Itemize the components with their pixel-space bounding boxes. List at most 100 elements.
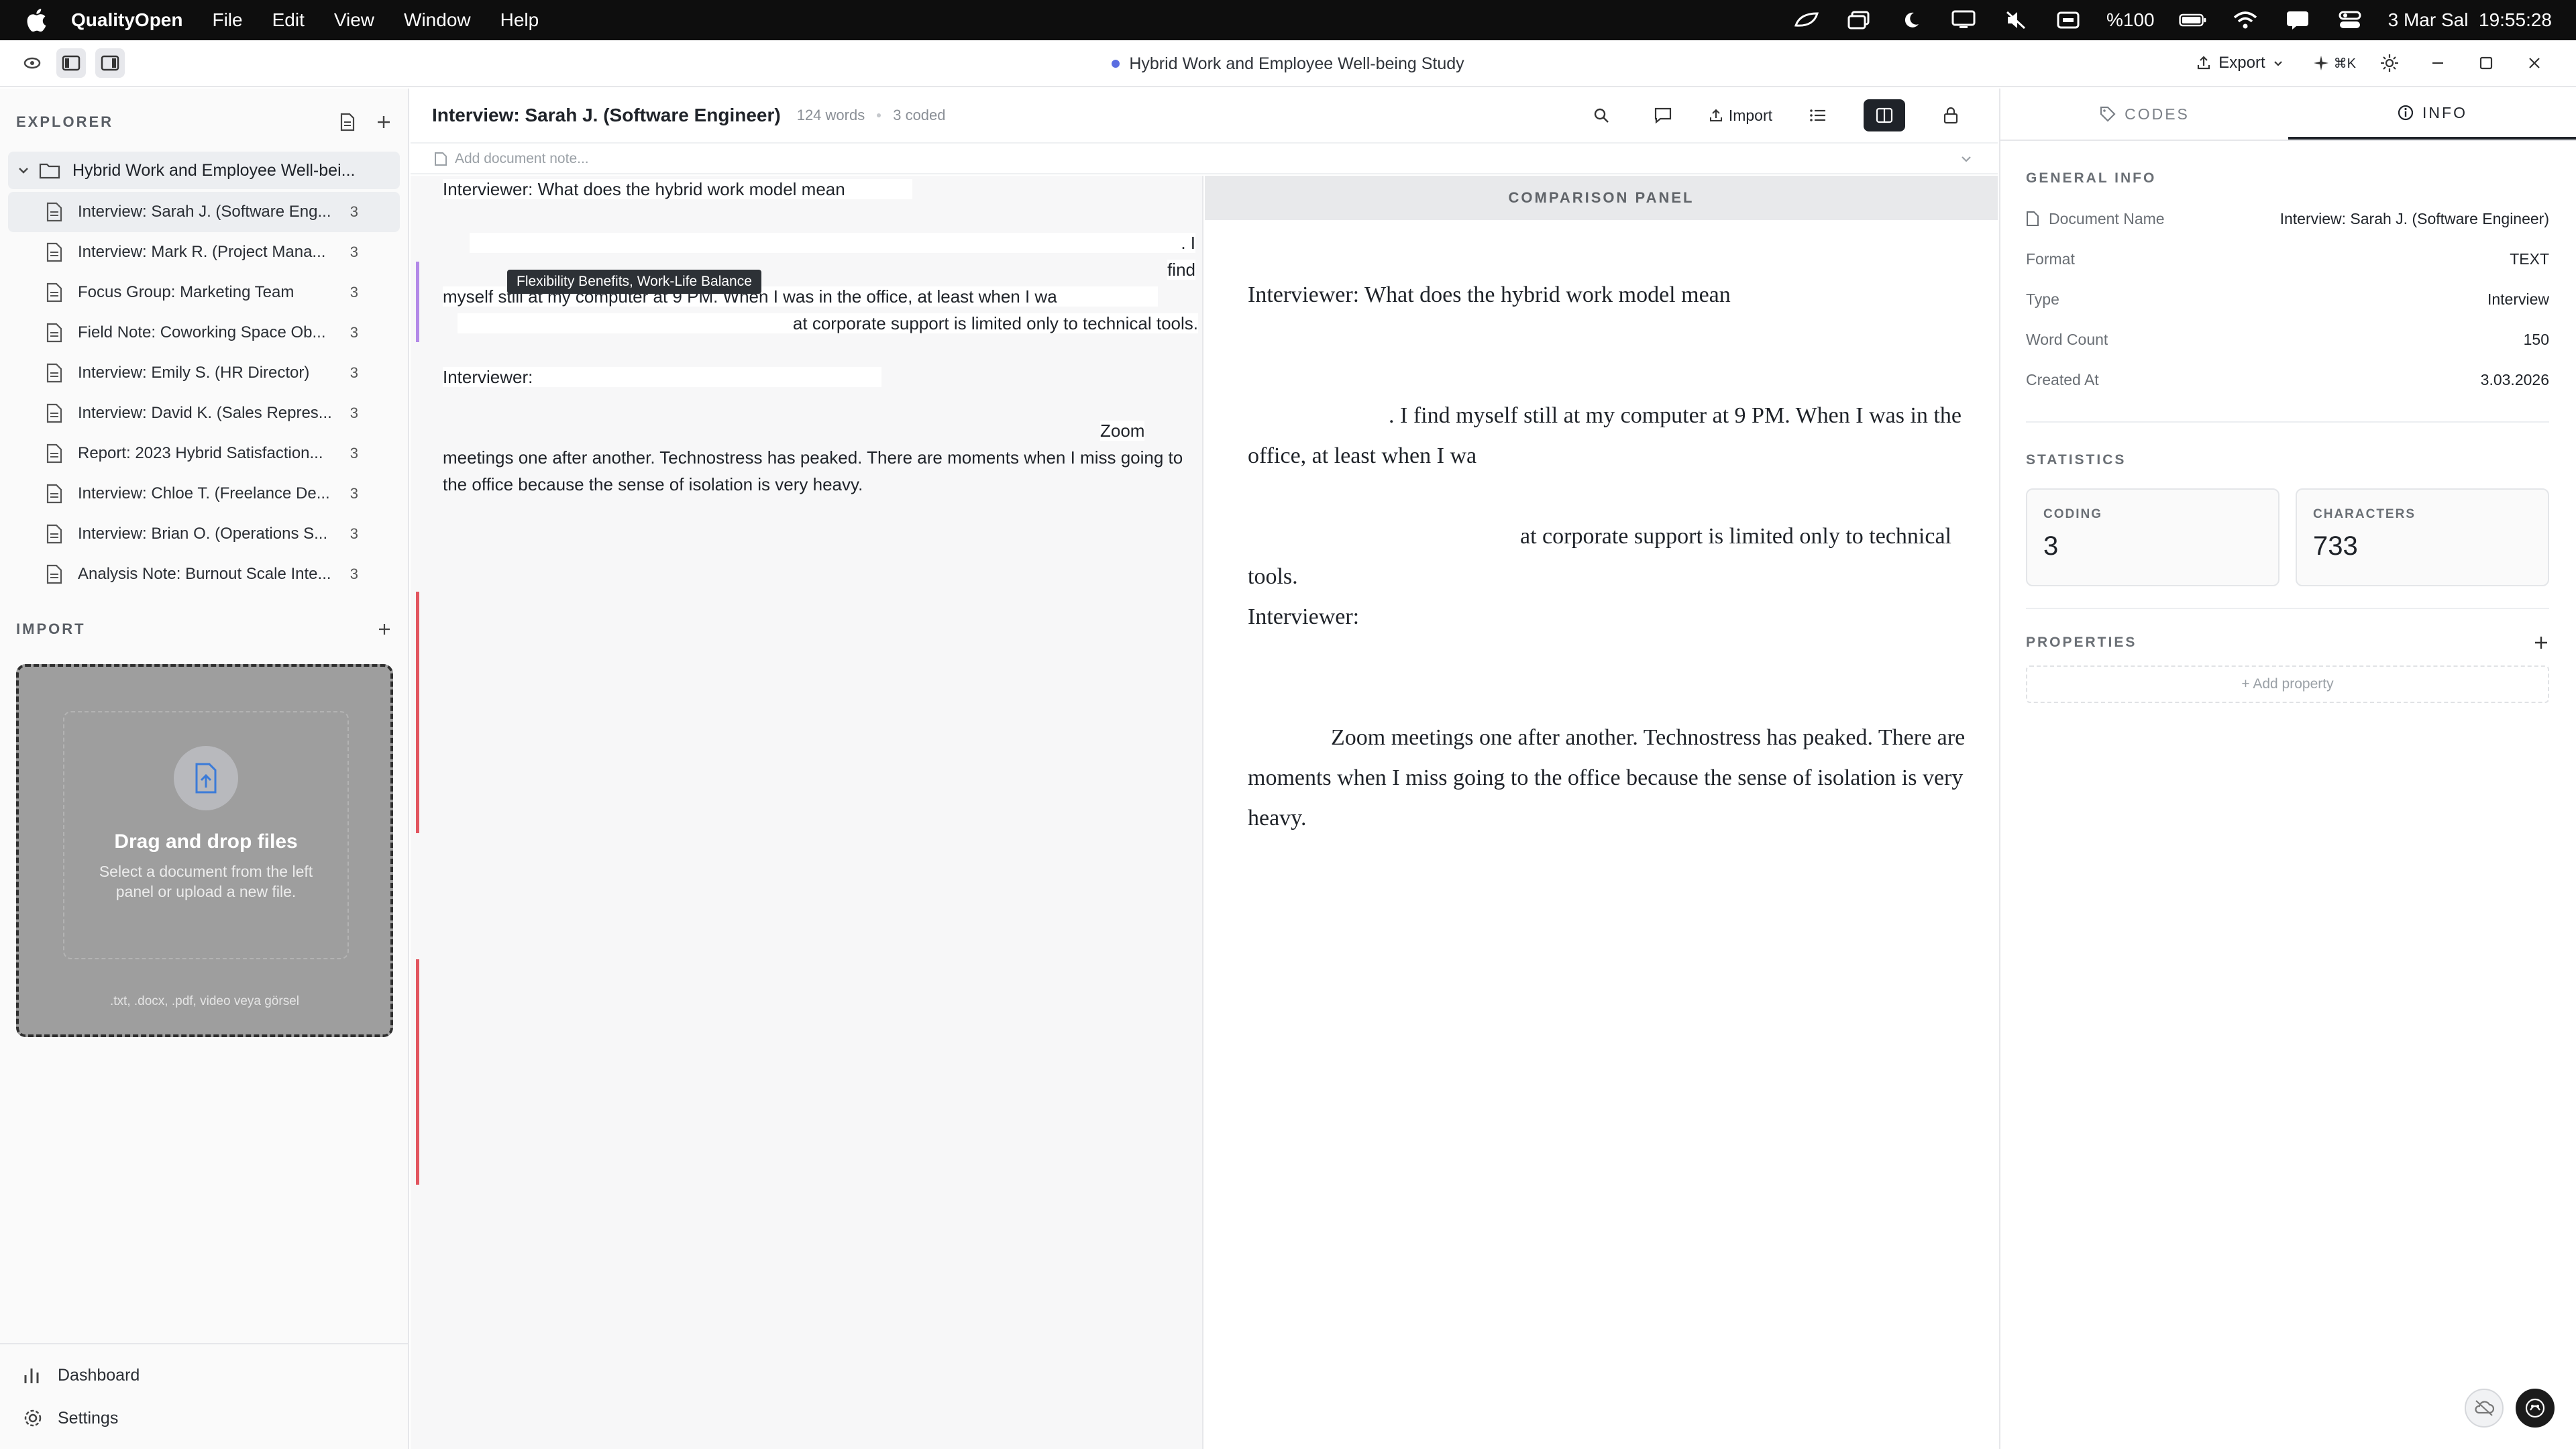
sparkles-icon bbox=[2313, 56, 2328, 70]
control-center-icon[interactable] bbox=[2336, 9, 2364, 32]
file-name: Interview: David K. (Sales Repres... bbox=[78, 404, 332, 422]
info-key: Created At bbox=[2026, 370, 2099, 388]
list-view-button[interactable] bbox=[1802, 99, 1834, 131]
document-icon bbox=[2027, 211, 2039, 226]
menu-file[interactable]: File bbox=[212, 9, 242, 31]
code-bar-purple[interactable] bbox=[416, 262, 419, 342]
file-code-count: 3 bbox=[350, 203, 358, 220]
file-code-count: 3 bbox=[350, 284, 358, 301]
menu-view[interactable]: View bbox=[334, 9, 374, 31]
toggle-left-sidebar-icon[interactable] bbox=[56, 48, 86, 78]
menu-edit[interactable]: Edit bbox=[272, 9, 305, 31]
explorer-label: EXPLORER bbox=[16, 113, 114, 130]
characters-stat-label: CHARACTERS bbox=[2313, 507, 2416, 521]
file-name: Interview: Brian O. (Operations S... bbox=[78, 525, 328, 543]
file-item[interactable]: Interview: David K. (Sales Repres... 3 bbox=[8, 393, 400, 433]
keyboard-icon[interactable] bbox=[2054, 9, 2082, 32]
code-bar-red[interactable] bbox=[416, 592, 419, 833]
document-note-bar[interactable]: Add document note... bbox=[411, 145, 1998, 174]
editor-text: Interviewer: What does the hybrid work m… bbox=[443, 179, 912, 199]
wifi-icon[interactable] bbox=[2231, 9, 2259, 32]
comparison-paragraph: Interviewer: What does the hybrid work m… bbox=[1248, 282, 1731, 307]
upload-icon bbox=[2198, 56, 2210, 70]
coding-stat-card: CODING 3 bbox=[2026, 488, 2279, 586]
mute-icon[interactable] bbox=[2002, 9, 2030, 32]
menu-help[interactable]: Help bbox=[500, 9, 539, 31]
app-name[interactable]: QualityOpen bbox=[71, 9, 182, 31]
hide-cloud-button[interactable] bbox=[2465, 1389, 2504, 1428]
maximize-icon[interactable] bbox=[2471, 48, 2501, 78]
comparison-paragraph: at corporate support is limited only to … bbox=[1248, 524, 1951, 589]
add-icon[interactable] bbox=[376, 114, 392, 130]
add-property-button[interactable]: + Add property bbox=[2026, 665, 2549, 703]
clock[interactable]: 3 Mar Sal 19:55:28 bbox=[2388, 9, 2552, 31]
command-palette-button[interactable]: ⌘K bbox=[2312, 54, 2356, 72]
bar-chart-icon bbox=[24, 1368, 39, 1383]
new-document-icon[interactable] bbox=[339, 113, 356, 131]
editor-text: at corporate support is limited only to … bbox=[457, 313, 1198, 333]
project-folder[interactable]: Hybrid Work and Employee Well-bei... bbox=[8, 152, 400, 189]
settings-link[interactable]: Settings bbox=[0, 1397, 408, 1440]
import-button[interactable]: Import bbox=[1709, 99, 1772, 131]
file-name: Analysis Note: Burnout Scale Inte... bbox=[78, 565, 331, 583]
add-icon[interactable] bbox=[2533, 635, 2549, 651]
info-value: 150 bbox=[2523, 330, 2549, 348]
chevron-down-icon[interactable] bbox=[1959, 152, 1974, 166]
characters-stat-value: 733 bbox=[2313, 531, 2358, 561]
file-item[interactable]: Interview: Chloe T. (Freelance De... 3 bbox=[8, 474, 400, 514]
tab-info[interactable]: INFO bbox=[2288, 89, 2576, 140]
add-icon[interactable] bbox=[377, 622, 392, 637]
status-area: %100 3 Mar Sal 19:55:28 bbox=[1792, 9, 2552, 32]
minimize-icon[interactable] bbox=[2423, 48, 2453, 78]
file-item[interactable]: Report: 2023 Hybrid Satisfaction... 3 bbox=[8, 433, 400, 474]
tab-codes[interactable]: CODES bbox=[2000, 89, 2288, 140]
info-row: Type Interview bbox=[2026, 279, 2549, 319]
dashboard-label: Dashboard bbox=[58, 1365, 140, 1385]
moon-icon[interactable] bbox=[1897, 9, 1925, 32]
window-stack-icon[interactable] bbox=[1845, 9, 1873, 32]
chevron-down-icon[interactable] bbox=[16, 163, 31, 178]
file-item[interactable]: Interview: Brian O. (Operations S... 3 bbox=[8, 514, 400, 554]
document-editor[interactable]: Interviewer: What does the hybrid work m… bbox=[411, 176, 1203, 1449]
search-button[interactable] bbox=[1585, 99, 1617, 131]
document-icon bbox=[46, 282, 62, 303]
split-view-button[interactable] bbox=[1864, 99, 1905, 131]
info-value: 3.03.2026 bbox=[2480, 370, 2549, 388]
file-item[interactable]: Analysis Note: Burnout Scale Inte... 3 bbox=[8, 554, 400, 594]
file-item[interactable]: Interview: Emily S. (HR Director) 3 bbox=[8, 353, 400, 393]
lock-button[interactable] bbox=[1935, 99, 1967, 131]
editor-line: Interviewer: bbox=[443, 364, 1202, 390]
notification-icon[interactable] bbox=[2284, 9, 2312, 32]
close-icon[interactable] bbox=[2520, 48, 2549, 78]
file-dropzone[interactable]: Drag and drop files Select a document fr… bbox=[16, 664, 393, 1037]
battery-percent: %100 bbox=[2106, 9, 2155, 30]
code-bar-red[interactable] bbox=[416, 959, 419, 1185]
word-count: 124 words bbox=[796, 107, 865, 123]
toggle-right-sidebar-icon[interactable] bbox=[95, 48, 125, 78]
document-icon bbox=[46, 443, 62, 464]
shortcut-label: ⌘K bbox=[2333, 56, 2356, 71]
sun-icon[interactable] bbox=[2375, 48, 2404, 78]
file-item[interactable]: Interview: Sarah J. (Software Eng... 3 bbox=[8, 192, 400, 232]
display-icon[interactable] bbox=[1949, 9, 1978, 32]
lock-icon bbox=[1943, 107, 1958, 124]
comment-button[interactable] bbox=[1647, 99, 1679, 131]
ai-assistant-button[interactable] bbox=[2516, 1389, 2555, 1428]
apple-icon[interactable] bbox=[24, 7, 47, 34]
battery-icon[interactable] bbox=[2179, 9, 2207, 32]
inspector-body: GENERAL INFO Document Name Interview: Sa… bbox=[2000, 170, 2576, 703]
file-item[interactable]: Interview: Mark R. (Project Mana... 3 bbox=[8, 232, 400, 272]
note-icon bbox=[435, 152, 447, 166]
statistics-heading: STATISTICS bbox=[2026, 452, 2127, 468]
editor-line: at corporate support is limited only to … bbox=[443, 310, 1202, 337]
document-icon bbox=[46, 564, 62, 584]
dashboard-link[interactable]: Dashboard bbox=[0, 1354, 408, 1397]
eye-icon[interactable] bbox=[17, 48, 47, 78]
menu-window[interactable]: Window bbox=[404, 9, 471, 31]
file-item[interactable]: Focus Group: Marketing Team 3 bbox=[8, 272, 400, 313]
export-button[interactable]: Export bbox=[2186, 48, 2293, 78]
file-item[interactable]: Field Note: Coworking Space Ob... 3 bbox=[8, 313, 400, 353]
cloud-sync-icon[interactable] bbox=[1792, 9, 1821, 32]
dropzone-title: Drag and drop files bbox=[114, 830, 298, 853]
info-key: Word Count bbox=[2026, 330, 2108, 348]
